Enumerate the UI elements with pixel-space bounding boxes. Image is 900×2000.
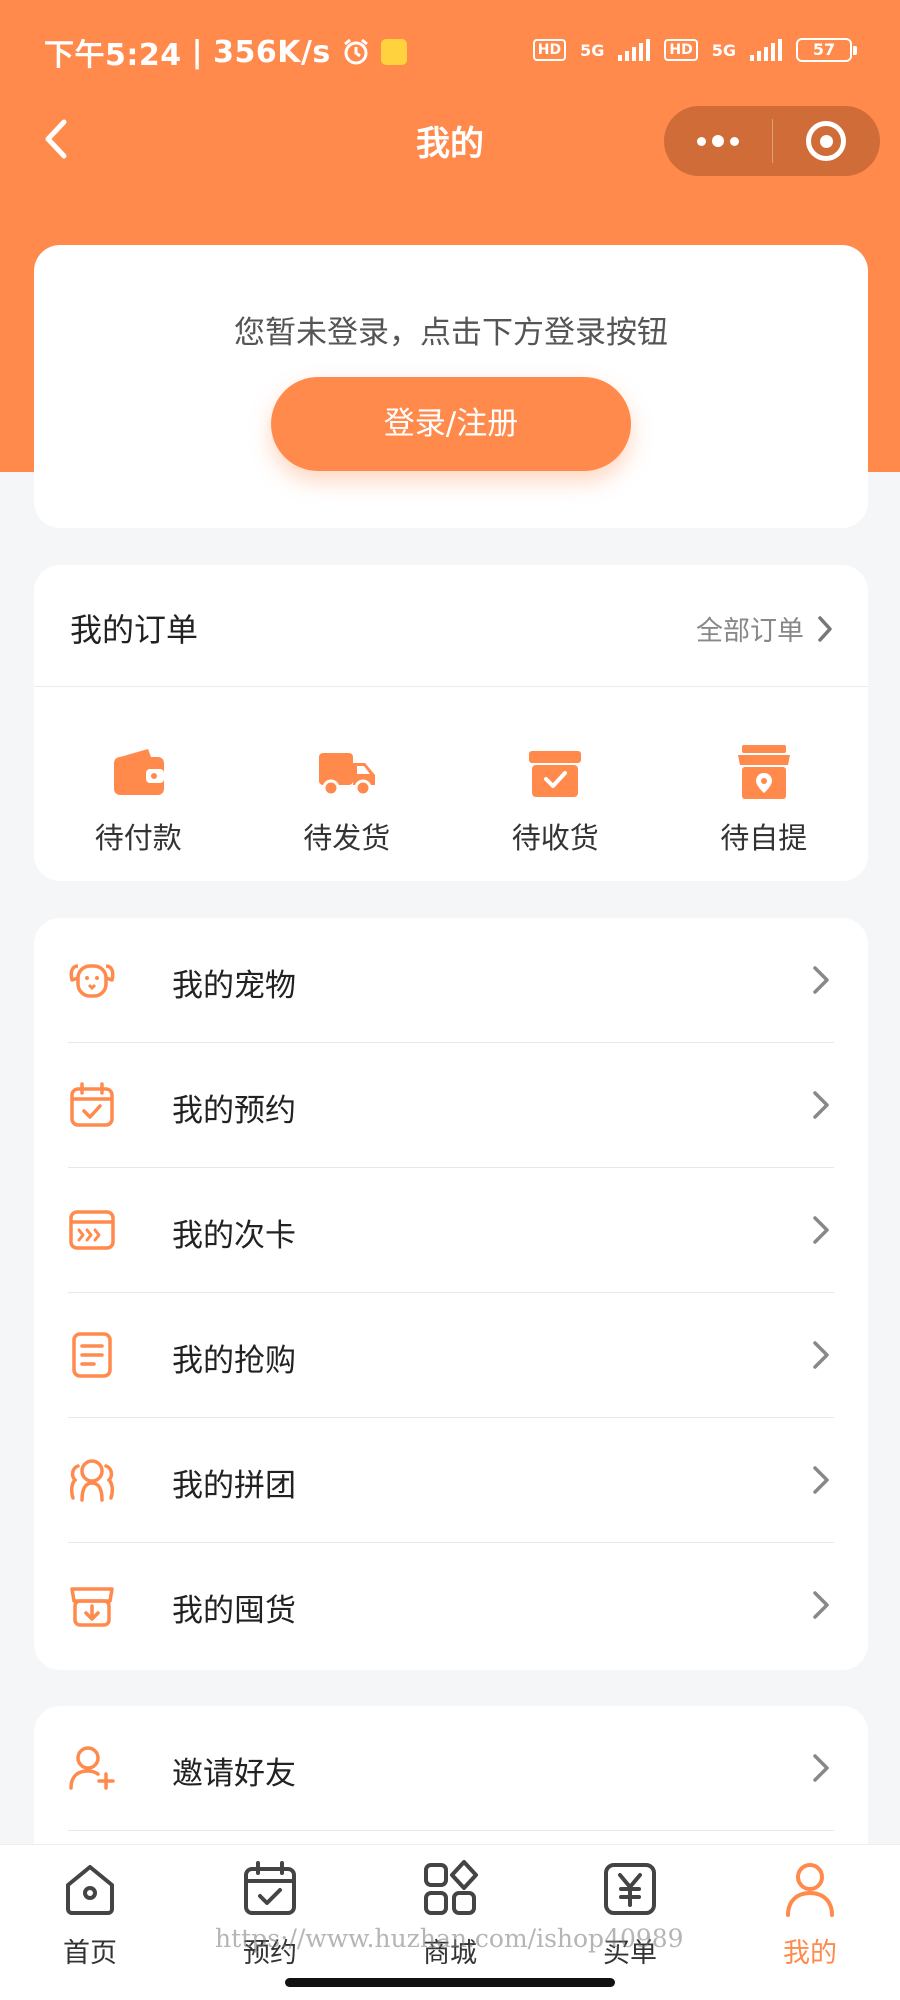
store-location-icon <box>737 745 790 799</box>
chevron-right-icon <box>813 1466 829 1494</box>
chevron-right-icon <box>813 1754 829 1782</box>
card-icon <box>69 1210 115 1250</box>
order-pending-pickup[interactable]: 待自提 <box>660 687 869 881</box>
tab-pay[interactable]: 买单 <box>540 1845 720 2000</box>
menu-item-label: 我的抢购 <box>172 1343 296 1379</box>
stock-box-icon <box>70 1587 114 1627</box>
status-right: HD 5G HD 5G 57 <box>532 38 857 62</box>
login-register-button[interactable]: 登录/注册 <box>271 377 631 471</box>
chevron-right-icon <box>813 1591 829 1619</box>
tab-mine[interactable]: 我的 <box>720 1845 900 2000</box>
chevron-right-icon <box>813 1341 829 1369</box>
menu-item-my-group-buy[interactable]: 我的拼团 <box>68 1418 834 1543</box>
grid-icon <box>424 1860 478 1915</box>
group-icon <box>69 1459 115 1502</box>
alarm-icon <box>343 38 368 65</box>
bottom-tab-bar: 首页 预约 商城 买单 我的 <box>0 1844 900 2000</box>
order-status-row: 待付款 待发货 待收货 待自提 <box>34 687 868 881</box>
tab-appointment[interactable]: 预约 <box>180 1845 360 2000</box>
hd-badge-2: HD <box>664 39 698 61</box>
order-item-label: 待发货 <box>303 821 391 855</box>
login-tip: 您暂未登录，点击下方登录按钮 <box>234 315 668 351</box>
menu-item-label: 邀请好友 <box>172 1756 296 1792</box>
orders-card: 我的订单 全部订单 待付款 待发货 待收货 待自提 <box>34 565 868 881</box>
status-divider: | <box>191 34 204 70</box>
calendar-check-icon <box>70 1082 114 1127</box>
yuan-icon <box>604 1863 656 1915</box>
calendar-check-icon <box>244 1861 296 1915</box>
person-icon <box>786 1863 834 1917</box>
login-card: 您暂未登录，点击下方登录按钮 登录/注册 <box>34 245 868 528</box>
all-orders-link[interactable]: 全部订单 <box>696 609 834 648</box>
menu-item-my-stock[interactable]: 我的囤货 <box>68 1543 834 1668</box>
status-time: 下午5:24 <box>44 38 182 73</box>
order-pending-payment[interactable]: 待付款 <box>34 687 243 881</box>
menu-item-label: 我的次卡 <box>172 1218 296 1254</box>
home-icon <box>66 1865 114 1915</box>
status-speed: 356K/s <box>213 34 331 70</box>
tab-label: 首页 <box>63 1938 117 1969</box>
menu-item-label: 我的拼团 <box>172 1468 296 1504</box>
menu-item-label: 我的预约 <box>172 1093 296 1129</box>
menu-item-my-pets[interactable]: 我的宠物 <box>68 918 834 1043</box>
menu-item-my-cards[interactable]: 我的次卡 <box>68 1168 834 1293</box>
tab-label: 预约 <box>243 1938 297 1969</box>
chevron-right-icon <box>818 615 832 642</box>
status-bar: 下午5:24 | 356K/s HD 5G HD 5G 57 <box>0 0 900 100</box>
notification-icon <box>380 39 407 65</box>
tab-home[interactable]: 首页 <box>0 1845 180 2000</box>
chevron-right-icon <box>813 1216 829 1244</box>
menu-item-invite-friends[interactable]: 邀请好友 <box>68 1706 834 1831</box>
battery-icon: 57 <box>796 38 857 62</box>
close-mini-program-button[interactable] <box>773 106 881 176</box>
status-left: 下午5:24 | 356K/s <box>44 30 407 74</box>
order-item-label: 待自提 <box>720 821 808 855</box>
truck-icon <box>318 753 375 797</box>
home-indicator <box>285 1978 615 1987</box>
target-close-icon <box>806 121 847 161</box>
nav-bar: 我的 <box>0 100 900 180</box>
document-list-icon <box>72 1332 112 1378</box>
orders-header: 我的订单 全部订单 <box>34 565 868 687</box>
tab-label: 商城 <box>423 1938 477 1969</box>
dog-icon <box>69 964 115 998</box>
box-check-icon <box>529 751 582 797</box>
tab-mall[interactable]: 商城 <box>360 1845 540 2000</box>
menu-item-my-appointments[interactable]: 我的预约 <box>68 1043 834 1168</box>
chevron-right-icon <box>813 1091 829 1119</box>
menu-item-label: 我的囤货 <box>172 1593 296 1629</box>
all-orders-label: 全部订单 <box>696 616 804 647</box>
network-type: 5G <box>580 40 605 60</box>
separator <box>68 1830 834 1831</box>
tab-label: 我的 <box>783 1938 837 1969</box>
order-item-label: 待收货 <box>511 821 599 855</box>
chevron-right-icon <box>813 966 829 994</box>
menu-item-my-flash-sales[interactable]: 我的抢购 <box>68 1293 834 1418</box>
signal-icon <box>618 39 651 61</box>
order-pending-shipment[interactable]: 待发货 <box>243 687 452 881</box>
add-user-icon <box>69 1746 115 1790</box>
hd-badge: HD <box>532 39 567 61</box>
more-button[interactable] <box>664 106 772 176</box>
order-item-label: 待付款 <box>94 821 182 855</box>
menu-card: 我的宠物 我的预约 我的次卡 我的抢购 我的拼团 我的囤货 <box>34 918 868 1670</box>
network-type-2: 5G <box>711 40 736 60</box>
order-pending-receipt[interactable]: 待收货 <box>451 687 660 881</box>
mini-program-capsule <box>664 106 880 176</box>
tab-label: 买单 <box>603 1938 657 1969</box>
orders-title: 我的订单 <box>70 611 199 649</box>
more-dots-icon <box>696 135 739 147</box>
wallet-icon <box>114 749 165 795</box>
menu-item-label: 我的宠物 <box>172 968 296 1004</box>
signal-icon-2 <box>750 39 782 61</box>
